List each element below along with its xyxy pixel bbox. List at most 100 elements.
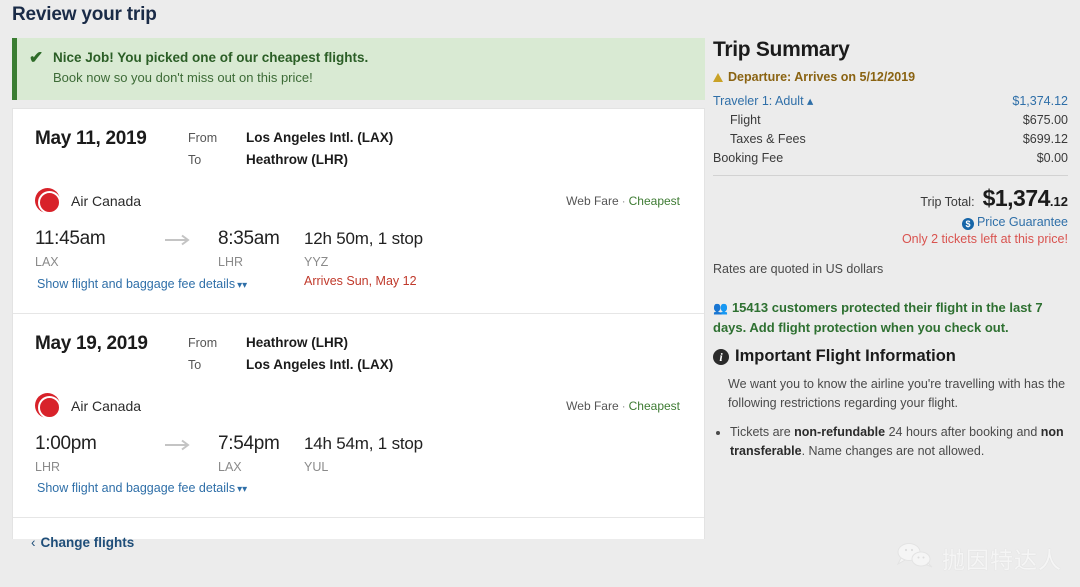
leg-header: May 11, 2019 From To Los Angeles Intl. (… xyxy=(35,127,682,171)
back-chevron-icon: ‹ xyxy=(31,534,36,550)
flight-label: Flight xyxy=(730,113,761,127)
cheapest-badge: Cheapest xyxy=(628,193,680,208)
dollar-circle-icon: $ xyxy=(961,218,974,230)
change-flights-label: Change flights xyxy=(40,534,135,550)
flight-leg-return: May 19, 2019 From To Heathrow (LHR) Los … xyxy=(13,313,704,517)
traveler-total: $1,374.12 xyxy=(1012,94,1068,108)
arrives-next-day-note: Arrives Sun, May 12 xyxy=(304,274,417,288)
duration-block: 14h 54m, 1 stop YUL xyxy=(304,432,423,479)
duration-stops: 14h 54m, 1 stop xyxy=(304,434,423,453)
price-row-taxes: Taxes & Fees $699.12 xyxy=(713,130,1068,149)
leg-date: May 11, 2019 xyxy=(35,128,147,149)
departure-time-block: 11:45am LAX xyxy=(35,227,140,269)
from-to-airports: Los Angeles Intl. (LAX) Heathrow (LHR) xyxy=(246,127,393,171)
leg-date: May 19, 2019 xyxy=(35,333,148,354)
duration-block: 12h 50m, 1 stop YYZ Arrives Sun, May 12 xyxy=(304,227,423,288)
flight-protection-text: 15413 customers protected their flight i… xyxy=(713,300,1043,335)
show-flight-baggage-details-link[interactable]: Show flight and baggage fee details ▾▾ xyxy=(37,481,247,495)
from-label: From xyxy=(188,131,218,145)
price-row-flight: Flight $675.00 xyxy=(713,111,1068,130)
details-link-label: Show flight and baggage fee details xyxy=(37,481,236,495)
airline-row: Air Canada Web Fare · Cheapest xyxy=(35,188,682,214)
airline-name: Air Canada xyxy=(71,192,142,209)
fare-separator: · xyxy=(621,193,626,208)
page-title: Review your trip xyxy=(12,4,157,25)
times-row: 1:00pm LHR 7:54pm LAX 14h 54m, 1 stop YU… xyxy=(35,432,682,479)
price-guarantee-link[interactable]: $ Price Guarantee xyxy=(713,215,1068,230)
important-intro: We want you to know the airline you're t… xyxy=(728,377,1066,411)
left-column: ✔ Nice Job! You picked one of our cheape… xyxy=(12,38,705,550)
rates-currency-note: Rates are quoted in US dollars xyxy=(713,262,884,276)
flight-card: May 11, 2019 From To Los Angeles Intl. (… xyxy=(12,108,705,550)
trip-total-label: Trip Total: xyxy=(920,195,975,209)
taxes-value: $699.12 xyxy=(1022,132,1068,146)
price-row-booking-fee: Booking Fee $0.00 xyxy=(713,149,1068,168)
destination-airport: Los Angeles Intl. (LAX) xyxy=(246,357,394,372)
arrival-time: 7:54pm xyxy=(218,433,280,454)
flight-value: $675.00 xyxy=(1022,113,1068,127)
departure-time: 1:00pm xyxy=(35,433,97,454)
flight-arrow-icon xyxy=(140,227,218,251)
fare-tags: Web Fare · Cheapest xyxy=(566,194,680,208)
watermark: 抛因特达人 xyxy=(895,541,1062,575)
price-row-traveler[interactable]: Traveler 1: Adult ▴ $1,374.12 xyxy=(713,92,1068,111)
list-item: Tickets are non-refundable 24 hours afte… xyxy=(730,423,1068,462)
departure-warning-text: Departure: Arrives on 5/12/2019 xyxy=(728,70,916,84)
chevron-down-icon: ▾▾ xyxy=(237,484,248,495)
bullet-part2: 24 hours after booking and xyxy=(885,424,1041,439)
change-flights-link[interactable]: ‹ Change flights xyxy=(31,535,134,550)
arrival-code: LHR xyxy=(218,255,244,269)
flight-arrow-icon xyxy=(140,432,218,456)
leg-header: May 19, 2019 From To Heathrow (LHR) Los … xyxy=(35,332,682,376)
bullet-part3: . Name changes are not allowed. xyxy=(801,444,985,459)
duration-stops: 12h 50m, 1 stop xyxy=(304,229,423,248)
origin-airport: Heathrow (LHR) xyxy=(246,335,348,350)
traveler-label[interactable]: Traveler 1: Adult ▴ xyxy=(713,92,813,111)
important-flight-information-heading: i Important Flight Information xyxy=(713,347,1068,366)
trip-total-amount: $1,374 xyxy=(982,185,1051,211)
departure-code: LHR xyxy=(35,460,61,474)
arrival-code: LAX xyxy=(218,460,242,474)
trip-summary-title: Trip Summary xyxy=(713,38,850,61)
departure-warning: Departure: Arrives on 5/12/2019 xyxy=(713,70,1068,84)
traveler-label-text: Traveler 1: Adult xyxy=(713,94,804,108)
airline-row: Air Canada Web Fare · Cheapest xyxy=(35,393,682,419)
trip-total-cents: .12 xyxy=(1049,194,1068,209)
flight-protection-note: 👥 15413 customers protected their flight … xyxy=(713,298,1068,337)
alert-subtitle: Book now so you don't miss out on this p… xyxy=(53,69,313,85)
air-canada-logo-icon xyxy=(35,393,61,419)
departure-time-block: 1:00pm LHR xyxy=(35,432,140,474)
chat-bubbles-icon xyxy=(895,542,935,575)
info-icon: i xyxy=(713,348,729,365)
from-to-labels: From To xyxy=(188,127,246,171)
trip-total-row: Trip Total: $1,374.12 xyxy=(713,185,1068,212)
booking-fee-label: Booking Fee xyxy=(713,151,784,165)
booking-fee-value: $0.00 xyxy=(1036,151,1068,165)
stop-airport-code: YYZ xyxy=(304,255,329,269)
details-link-label: Show flight and baggage fee details xyxy=(37,277,236,291)
fare-type: Web Fare xyxy=(566,193,619,208)
card-footer: ‹ Change flights xyxy=(13,517,704,566)
taxes-label: Taxes & Fees xyxy=(730,132,806,146)
from-to-airports: Heathrow (LHR) Los Angeles Intl. (LAX) xyxy=(246,332,393,376)
from-label: From xyxy=(188,336,218,350)
price-breakdown-table: Traveler 1: Adult ▴ $1,374.12 Flight $67… xyxy=(713,92,1068,168)
watermark-text: 抛因特达人 xyxy=(942,548,1062,574)
stop-airport-code: YUL xyxy=(304,460,329,474)
departure-time: 11:45am xyxy=(35,228,106,249)
from-to-labels: From To xyxy=(188,332,246,376)
arrival-time-block: 7:54pm LAX xyxy=(218,432,290,474)
warning-triangle-icon xyxy=(713,72,723,82)
alert-title: Nice Job! You picked one of our cheapest… xyxy=(53,50,369,65)
bullet-part1: Tickets are xyxy=(730,424,795,439)
cheapest-flight-alert: ✔ Nice Job! You picked one of our cheape… xyxy=(12,38,705,100)
maple-leaf-icon xyxy=(41,193,54,205)
price-guarantee-label: Price Guarantee xyxy=(976,215,1068,229)
flight-leg-outbound: May 11, 2019 From To Los Angeles Intl. (… xyxy=(13,109,704,313)
arrival-time-block: 8:35am LHR xyxy=(218,227,290,269)
origin-airport: Los Angeles Intl. (LAX) xyxy=(246,130,394,145)
show-flight-baggage-details-link[interactable]: Show flight and baggage fee details ▾▾ xyxy=(37,277,247,291)
fare-type: Web Fare xyxy=(566,398,619,413)
check-icon: ✔ xyxy=(29,48,44,67)
air-canada-logo-icon xyxy=(35,188,61,214)
